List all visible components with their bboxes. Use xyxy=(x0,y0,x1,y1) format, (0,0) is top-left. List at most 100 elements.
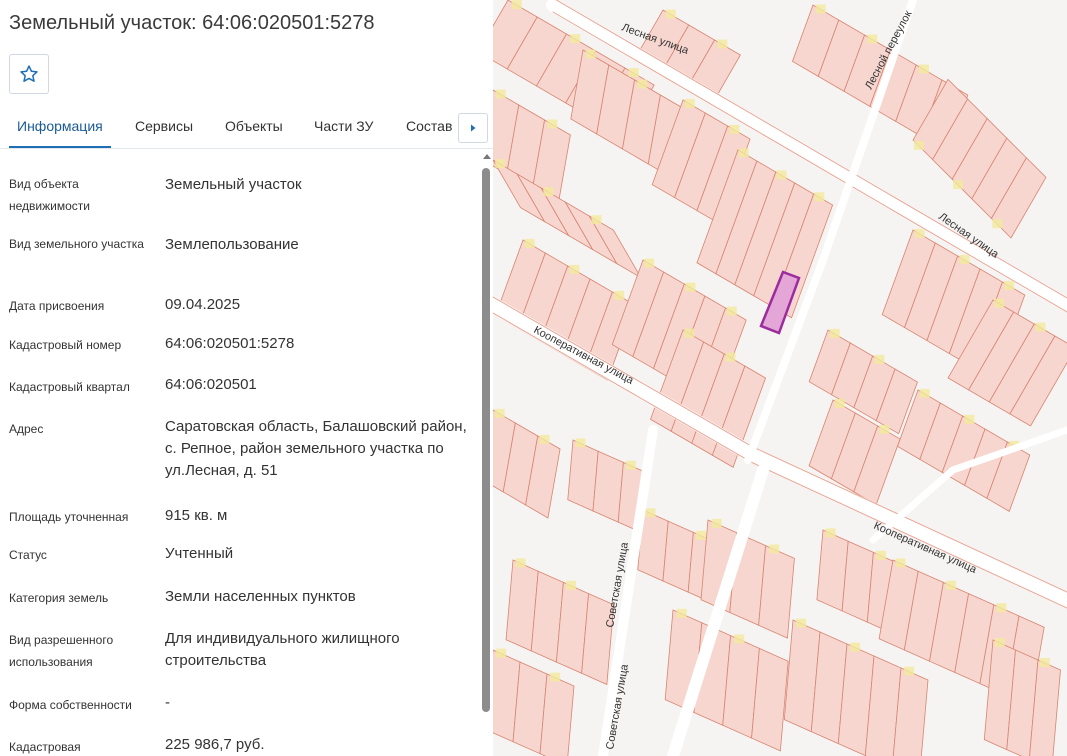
building xyxy=(895,558,906,568)
building xyxy=(1035,322,1046,332)
property-list: Вид объекта недвижимости Земельный участ… xyxy=(0,150,480,756)
property-label: Кадастровая xyxy=(9,740,81,754)
property-value: Учтенный xyxy=(165,545,234,562)
building xyxy=(734,634,745,644)
building xyxy=(625,460,636,470)
building xyxy=(994,638,1005,647)
building xyxy=(829,328,840,338)
property-label: Кадастровый квартал xyxy=(9,380,130,394)
building xyxy=(494,408,505,418)
map-view[interactable]: Лесная улица Лесная улица Лесной переуло… xyxy=(493,0,1067,756)
building xyxy=(796,618,807,628)
building xyxy=(996,603,1007,613)
building xyxy=(874,354,885,364)
building xyxy=(685,282,696,292)
building xyxy=(769,544,780,554)
parcel xyxy=(758,545,795,639)
property-label: Дата присвоения xyxy=(9,299,105,313)
building xyxy=(914,228,925,238)
building xyxy=(959,254,970,264)
scrollbar[interactable] xyxy=(480,150,493,756)
tab-bar: Информация Сервисы Объекты Части ЗУ Сост… xyxy=(0,106,493,149)
building xyxy=(992,219,1003,229)
building xyxy=(575,438,586,448)
building xyxy=(614,290,625,300)
building xyxy=(591,215,602,225)
building xyxy=(550,672,561,682)
building xyxy=(919,388,930,398)
property-value: 09.04.2025 xyxy=(165,296,241,313)
tab-parts[interactable]: Части ЗУ xyxy=(314,118,373,134)
property-label: Площадь уточненная xyxy=(9,510,129,524)
building xyxy=(495,159,506,169)
building xyxy=(684,328,695,338)
building xyxy=(711,518,722,528)
building xyxy=(825,528,836,538)
tabs-next-button[interactable] xyxy=(458,113,488,143)
star-outline-icon xyxy=(20,65,38,82)
building xyxy=(729,124,740,134)
building xyxy=(814,192,825,202)
building xyxy=(585,49,596,59)
building xyxy=(776,170,787,180)
building xyxy=(684,98,695,108)
property-value: 64:06:020501 xyxy=(165,376,257,393)
building xyxy=(1039,658,1050,667)
building xyxy=(867,34,878,44)
building xyxy=(1004,280,1015,290)
scroll-up-arrow-icon[interactable] xyxy=(483,154,491,159)
building xyxy=(524,238,535,248)
property-label: Адрес xyxy=(9,422,44,436)
building xyxy=(738,148,749,158)
property-value: Саратовская область, Балашовский район, … xyxy=(165,418,467,479)
building xyxy=(565,580,576,590)
building xyxy=(994,298,1005,308)
property-value: 225 986,7 руб. xyxy=(165,736,265,753)
property-label: Вид разрешенного использования xyxy=(9,633,114,669)
building xyxy=(717,39,728,49)
property-value: Для индивидуального жилищного строительс… xyxy=(165,630,400,669)
active-tab-indicator xyxy=(9,146,111,148)
favorite-button[interactable] xyxy=(9,54,49,94)
property-value: Земли населенных пунктов xyxy=(165,588,356,605)
building xyxy=(665,9,676,19)
property-label: Кадастровый номер xyxy=(9,338,122,352)
building xyxy=(569,264,580,274)
building xyxy=(815,4,826,14)
building xyxy=(913,140,924,150)
info-panel: Земельный участок: 64:06:020501:5278 Инф… xyxy=(0,0,493,756)
property-label: Форма собственности xyxy=(9,698,132,712)
building xyxy=(695,530,706,540)
building xyxy=(628,68,639,78)
building xyxy=(964,414,975,424)
building xyxy=(834,398,845,408)
building xyxy=(725,352,736,362)
property-value: Земельный участок xyxy=(165,176,302,193)
tab-composition[interactable]: Состав xyxy=(406,118,452,134)
tab-objects[interactable]: Объекты xyxy=(225,118,283,134)
building xyxy=(879,424,890,434)
building xyxy=(543,187,554,197)
property-value: - xyxy=(165,694,170,711)
building xyxy=(953,180,964,190)
building xyxy=(850,642,861,652)
building xyxy=(637,79,648,89)
building xyxy=(539,434,550,444)
building xyxy=(515,558,526,568)
property-label: Категория земель xyxy=(9,591,109,605)
scrollbar-thumb[interactable] xyxy=(482,168,490,712)
map-canvas[interactable]: Лесная улица Лесная улица Лесной переуло… xyxy=(493,0,1067,756)
building xyxy=(945,580,956,590)
building xyxy=(918,64,929,74)
tab-services[interactable]: Сервисы xyxy=(135,118,193,134)
property-value: 915 кв. м xyxy=(165,507,228,524)
building xyxy=(495,89,506,99)
building xyxy=(875,550,886,560)
property-value: 64:06:020501:5278 xyxy=(165,335,295,352)
building xyxy=(570,34,581,44)
property-label: Вид земельного участка xyxy=(9,237,144,251)
page-title: Земельный участок: 64:06:020501:5278 xyxy=(9,12,375,34)
tab-information[interactable]: Информация xyxy=(17,118,103,134)
building xyxy=(645,508,656,518)
property-label: Вид объекта недвижимости xyxy=(9,177,90,213)
